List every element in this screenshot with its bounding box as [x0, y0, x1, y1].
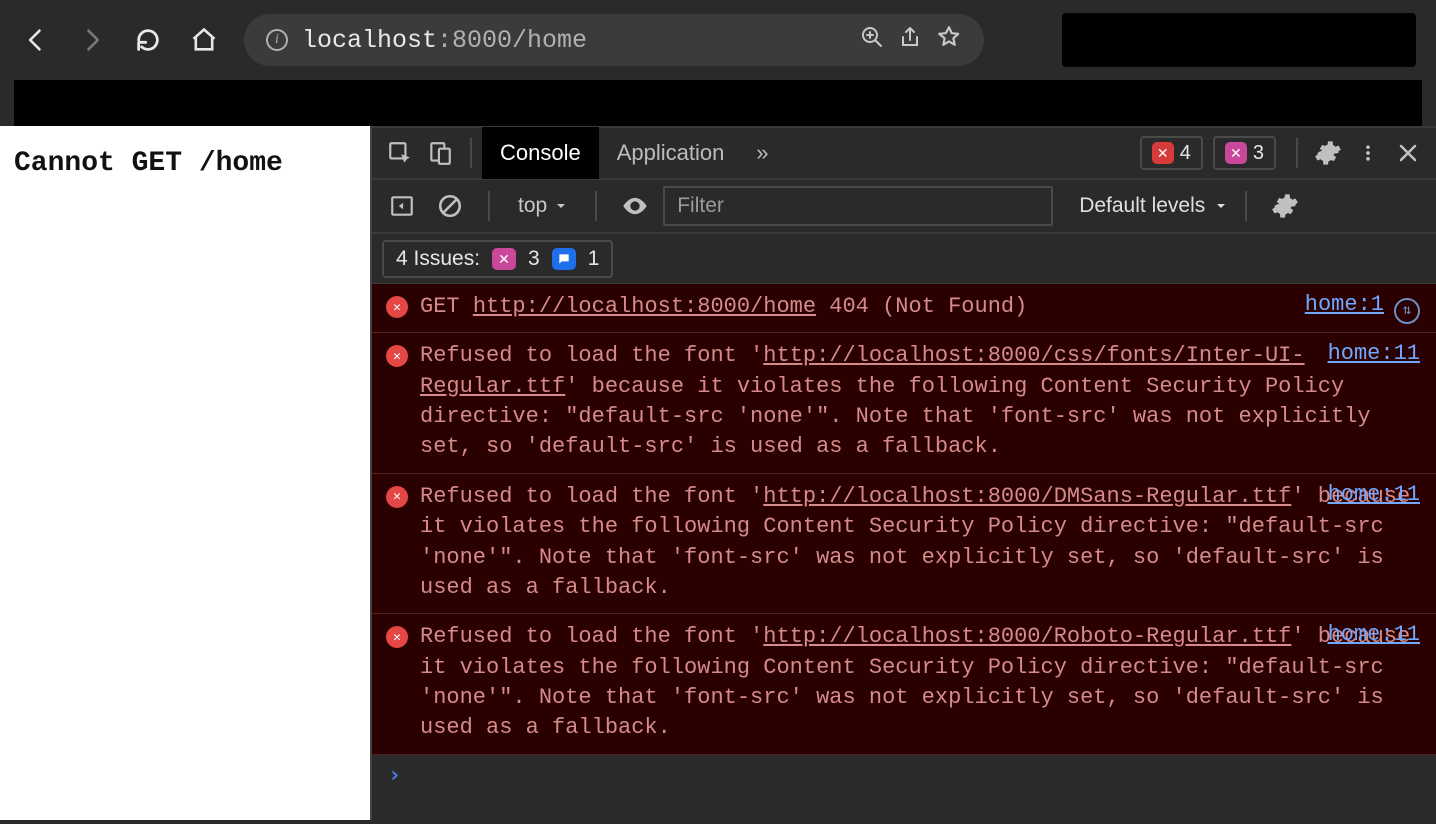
- issues-pink-chip-icon: ✕: [492, 248, 516, 270]
- message-url[interactable]: http://localhost:8000/Roboto-Regular.ttf: [763, 624, 1291, 649]
- error-icon: ✕: [386, 486, 408, 508]
- close-devtools-icon[interactable]: [1388, 133, 1428, 173]
- tab-console[interactable]: Console: [482, 127, 599, 179]
- device-toggle-icon[interactable]: [420, 133, 460, 173]
- issues-badge[interactable]: ✕ 3: [1213, 136, 1276, 170]
- issues-button[interactable]: 4 Issues: ✕ 3 1: [382, 240, 613, 278]
- live-expression-icon[interactable]: [615, 186, 655, 226]
- console-message: ✕ Refused to load the font 'http://localh…: [372, 474, 1436, 614]
- home-button[interactable]: [188, 24, 220, 56]
- url-host: localhost: [302, 26, 437, 55]
- message-body: GET http://localhost:8000/home 404 (Not …: [420, 292, 1420, 322]
- errors-count: 4: [1180, 142, 1191, 165]
- message-source-link[interactable]: home:11: [1328, 341, 1420, 366]
- zoom-icon[interactable]: [860, 25, 884, 56]
- url-port: :8000: [437, 26, 512, 55]
- message-body: Refused to load the font 'http://localho…: [420, 622, 1420, 743]
- message-prefix: GET: [420, 294, 473, 319]
- extensions-area: [1062, 13, 1416, 67]
- site-info-icon[interactable]: i: [266, 29, 288, 51]
- console-messages: ✕ GET http://localhost:8000/home 404 (Not…: [372, 284, 1436, 820]
- message-prefix: Refused to load the font ': [420, 484, 763, 509]
- levels-label: Default levels: [1079, 194, 1205, 218]
- url-path: /home: [512, 26, 587, 55]
- context-label: top: [518, 194, 547, 218]
- browser-toolbar: i localhost:8000/home: [0, 0, 1436, 80]
- page-body-text: Cannot GET /home: [14, 148, 283, 179]
- inspect-element-icon[interactable]: [380, 133, 420, 173]
- message-source-link[interactable]: home:11: [1328, 622, 1420, 647]
- back-button[interactable]: [20, 24, 52, 56]
- message-suffix: 404 (Not Found): [816, 294, 1027, 319]
- message-url[interactable]: http://localhost:8000/home: [473, 294, 816, 319]
- reload-button[interactable]: [132, 24, 164, 56]
- devtools-panel: Console Application » ✕ 4 ✕ 3: [370, 126, 1436, 820]
- more-tabs-icon[interactable]: »: [742, 133, 782, 173]
- console-settings-icon[interactable]: [1265, 186, 1305, 226]
- message-source-link[interactable]: home:1⇅: [1305, 292, 1420, 324]
- share-icon[interactable]: [898, 25, 922, 56]
- error-icon: ✕: [386, 296, 408, 318]
- execution-context-selector[interactable]: top: [508, 190, 577, 222]
- console-prompt[interactable]: ›: [372, 755, 1436, 796]
- console-sidebar-toggle-icon[interactable]: [382, 186, 422, 226]
- issues-blue-chip-icon: [552, 248, 576, 270]
- bookmarks-bar: [14, 80, 1422, 126]
- log-levels-selector[interactable]: Default levels: [1079, 194, 1227, 218]
- console-message: ✕ GET http://localhost:8000/home 404 (Not…: [372, 284, 1436, 333]
- error-chip-icon: ✕: [1152, 142, 1174, 164]
- console-filter-input[interactable]: [663, 186, 1053, 226]
- initiator-icon[interactable]: ⇅: [1394, 298, 1420, 324]
- bookmark-star-icon[interactable]: [936, 24, 962, 57]
- message-body: Refused to load the font 'http://localho…: [420, 482, 1420, 603]
- url-bar[interactable]: i localhost:8000/home: [244, 14, 984, 66]
- page-content: Cannot GET /home: [0, 126, 370, 820]
- url-text: localhost:8000/home: [302, 26, 587, 55]
- message-body: Refused to load the font 'http://localho…: [420, 341, 1420, 462]
- console-message: ✕ Refused to load the font 'http://localh…: [372, 614, 1436, 754]
- kebab-menu-icon[interactable]: [1348, 133, 1388, 173]
- console-toolbar: top Default levels: [372, 180, 1436, 234]
- clear-console-icon[interactable]: [430, 186, 470, 226]
- error-icon: ✕: [386, 345, 408, 367]
- errors-badge[interactable]: ✕ 4: [1140, 136, 1203, 170]
- forward-button[interactable]: [76, 24, 108, 56]
- message-source-link[interactable]: home:11: [1328, 482, 1420, 507]
- issues-badge-count: 3: [1253, 142, 1264, 165]
- issues-label: 4 Issues:: [396, 247, 480, 271]
- console-message: ✕ Refused to load the font 'http://localh…: [372, 333, 1436, 473]
- issues-chip-icon: ✕: [1225, 142, 1247, 164]
- message-prefix: Refused to load the font ': [420, 624, 763, 649]
- issues-blue-count: 1: [588, 247, 600, 271]
- message-prefix: Refused to load the font ': [420, 343, 763, 368]
- error-icon: ✕: [386, 626, 408, 648]
- settings-gear-icon[interactable]: [1308, 133, 1348, 173]
- devtools-tab-bar: Console Application » ✕ 4 ✕ 3: [372, 128, 1436, 180]
- message-url[interactable]: http://localhost:8000/DMSans-Regular.ttf: [763, 484, 1291, 509]
- tab-application[interactable]: Application: [599, 127, 743, 179]
- issues-row: 4 Issues: ✕ 3 1: [372, 234, 1436, 284]
- issues-pink-count: 3: [528, 247, 540, 271]
